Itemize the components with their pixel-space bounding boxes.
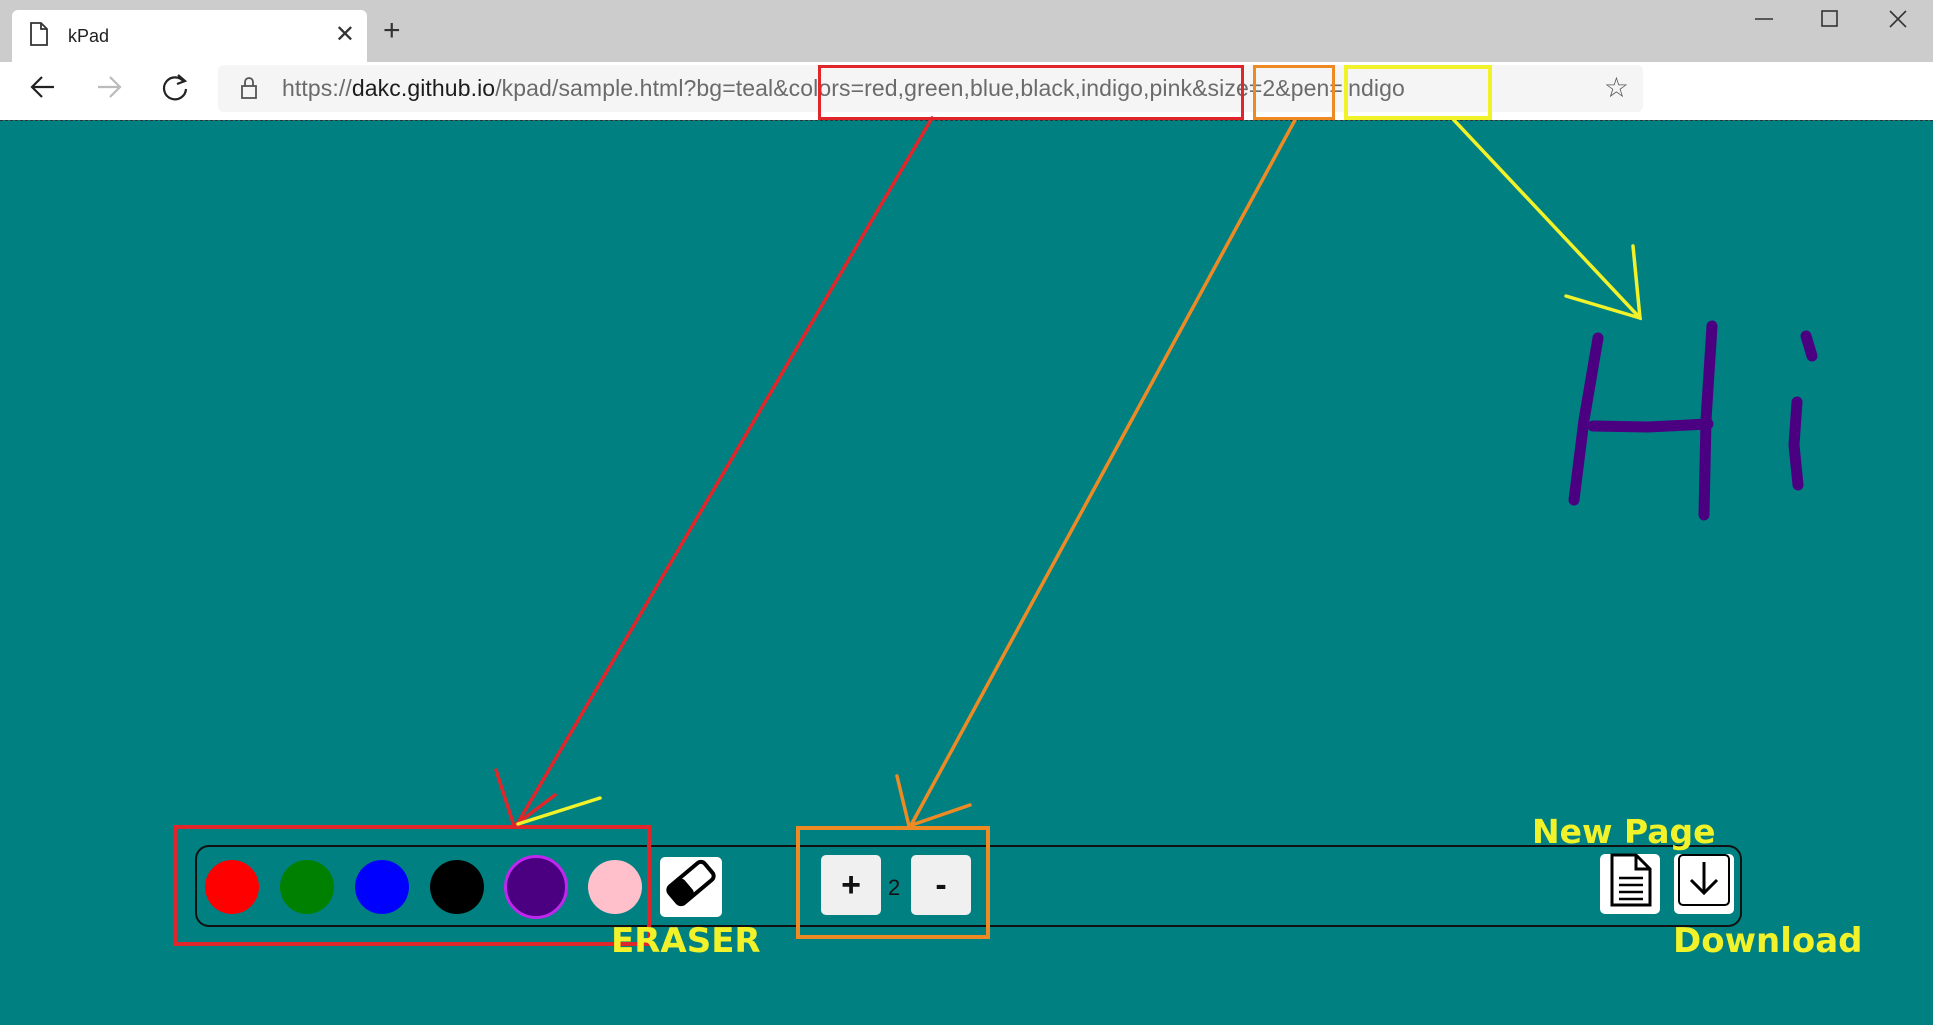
download-button[interactable] <box>1674 852 1734 917</box>
new-tab-icon[interactable]: + <box>383 14 401 48</box>
url-prefix: https:// <box>282 75 352 101</box>
size-param-highlight <box>1253 65 1335 120</box>
page-icon <box>30 22 48 51</box>
size-controls-highlight <box>796 826 990 939</box>
window-close-icon[interactable] <box>1887 8 1909 36</box>
favorite-star-icon[interactable]: ☆ <box>1604 71 1629 104</box>
maximize-icon[interactable] <box>1819 8 1841 36</box>
url-host: dakc.github.io <box>351 75 496 101</box>
back-icon[interactable] <box>28 72 58 110</box>
download-annotation-label: Download <box>1673 921 1863 961</box>
tab-title: kPad <box>68 26 110 46</box>
document-icon <box>1604 852 1656 917</box>
colors-param-highlight <box>818 65 1244 120</box>
forward-icon[interactable] <box>94 72 124 110</box>
refresh-icon[interactable] <box>160 72 190 110</box>
tab-close-icon[interactable]: ✕ <box>335 20 355 49</box>
new-page-button[interactable] <box>1600 852 1660 917</box>
minimize-icon[interactable] <box>1753 8 1775 36</box>
browser-tab[interactable]: kPad ✕ <box>12 10 367 62</box>
palette-highlight <box>173 825 651 946</box>
pen-param-highlight <box>1344 65 1492 120</box>
browser-title-bar: kPad ✕ + <box>0 0 1933 62</box>
download-icon <box>1676 852 1732 917</box>
eraser-annotation-label: ERASER <box>611 921 761 961</box>
eraser-icon <box>662 855 720 920</box>
lock-icon <box>240 76 258 105</box>
new-page-annotation-label: New Page <box>1532 812 1716 851</box>
eraser-button[interactable] <box>660 857 722 917</box>
